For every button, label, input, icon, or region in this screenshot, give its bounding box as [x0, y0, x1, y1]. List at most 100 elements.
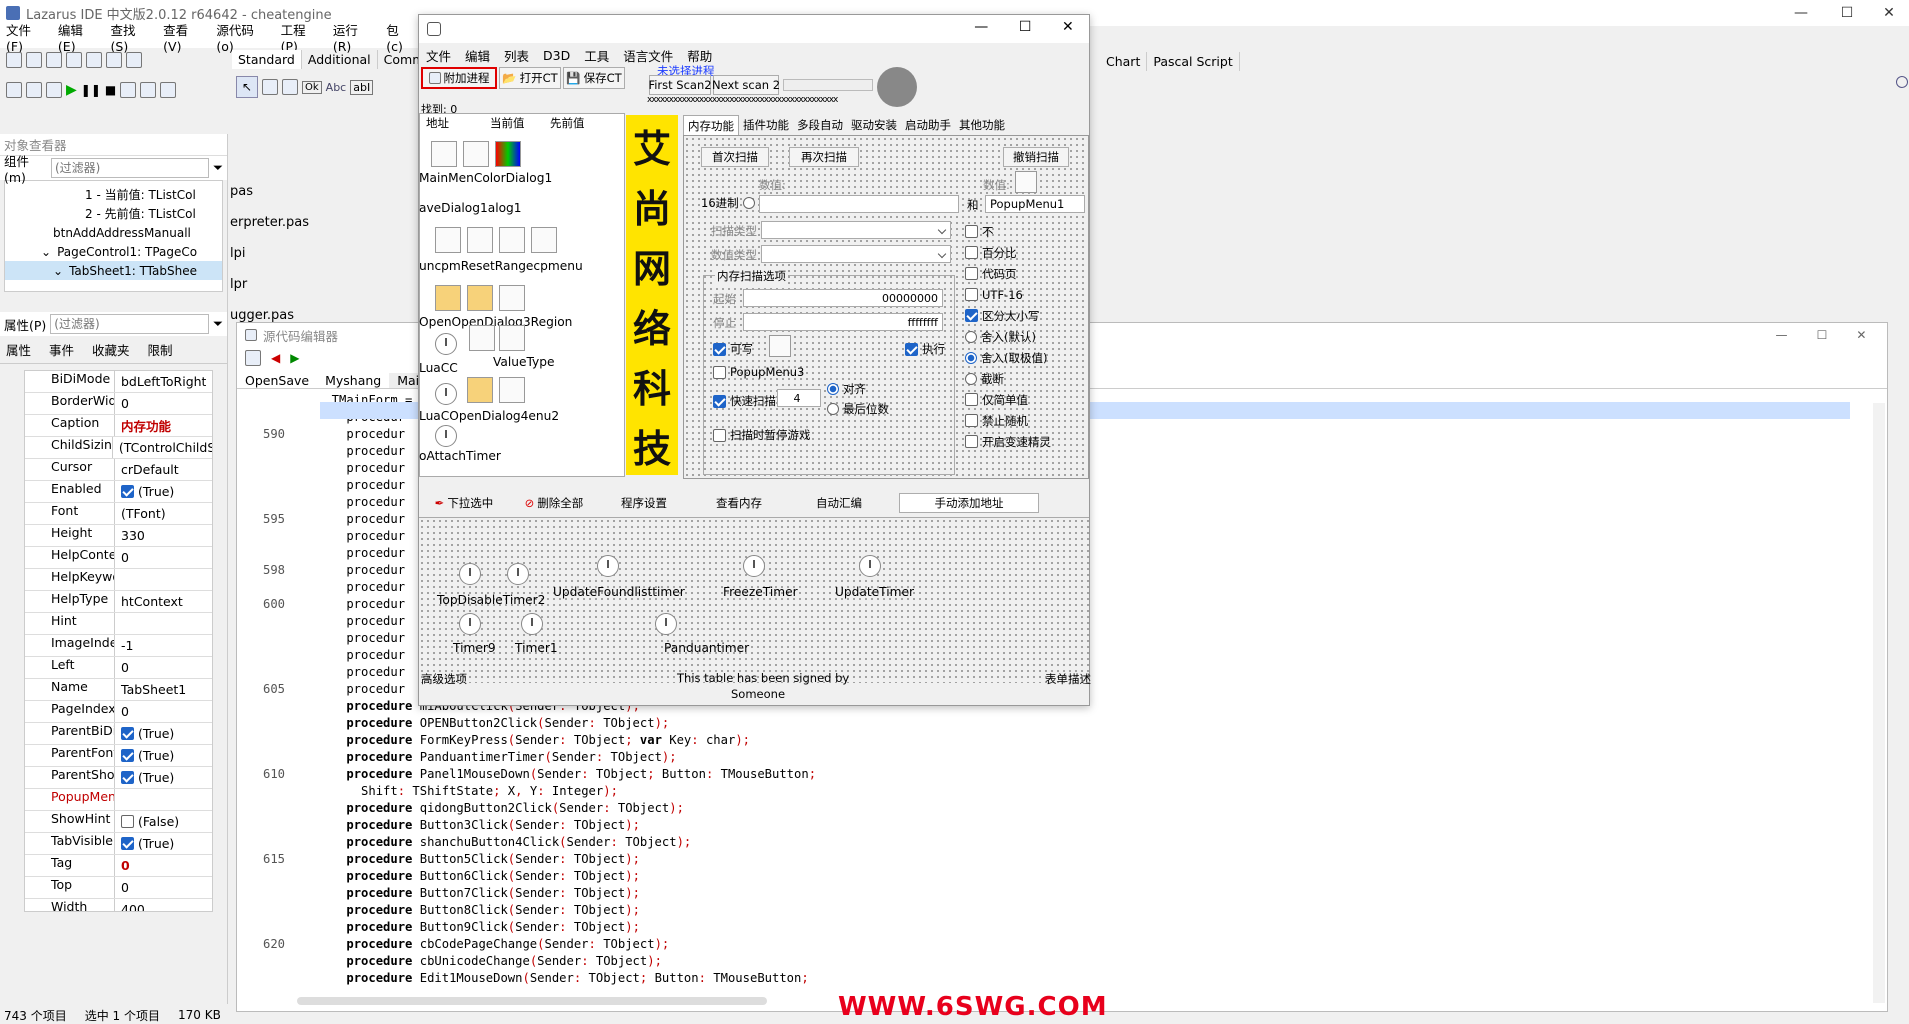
timer-icon[interactable]: [459, 563, 481, 585]
opt-percent-checkbox[interactable]: 百分比: [965, 242, 1085, 263]
code-line[interactable]: procedure shanchuButton4Click(Sender: TO…: [237, 835, 1887, 852]
editor-scrollbar[interactable]: [1873, 403, 1885, 1003]
forward-arrow-icon[interactable]: ▶: [290, 351, 299, 365]
checkbox-icon[interactable]: [713, 428, 726, 442]
opt-no-random-checkbox[interactable]: 禁止随机: [965, 410, 1085, 431]
opt-truncate-radio[interactable]: 截断: [965, 368, 1085, 389]
tab-properties[interactable]: 属性: [6, 340, 31, 359]
writable-checkbox[interactable]: 可写: [713, 341, 753, 357]
first-scan2-button[interactable]: First Scan2: [648, 75, 712, 95]
auto-assemble-button[interactable]: 自动汇编: [789, 493, 889, 513]
prop-value[interactable]: 400: [115, 899, 145, 911]
delete-all-button[interactable]: ⊘ 删除全部: [509, 493, 599, 513]
next-scan-button[interactable]: 再次扫描: [789, 147, 859, 167]
radio-icon[interactable]: [965, 372, 977, 385]
checkbox-icon[interactable]: [121, 837, 134, 850]
code-line[interactable]: procedure Button7Click(Sender: TObject);: [237, 886, 1887, 903]
radio-icon[interactable]: [965, 330, 977, 343]
prop-value[interactable]: [115, 613, 121, 634]
main-menu-comp-icon[interactable]: [262, 79, 278, 95]
tree-item[interactable]: btnAddAddressManuall: [5, 223, 222, 242]
prop-row[interactable]: HelpKeyword: [25, 569, 212, 591]
prop-row[interactable]: ParentBiDiMod (True): [25, 723, 212, 745]
undo-scan-button[interactable]: 撤销扫描: [1003, 147, 1069, 167]
menu-package[interactable]: 包(c): [380, 20, 420, 54]
tab-multi-auto[interactable]: 多段自动: [793, 115, 847, 135]
save-icon[interactable]: [66, 52, 82, 68]
prop-row[interactable]: ShowHint (False): [25, 811, 212, 833]
tab-memory[interactable]: 内存功能: [683, 114, 739, 136]
checkbox-icon[interactable]: [965, 288, 978, 301]
prop-value[interactable]: (TControlChildS: [113, 437, 212, 458]
checkbox-icon[interactable]: [121, 815, 134, 828]
expand-icon[interactable]: ⌄: [53, 264, 63, 278]
program-settings-button[interactable]: 程序设置: [599, 493, 689, 513]
code-line[interactable]: procedure Button9Click(Sender: TObject);: [237, 920, 1887, 937]
prop-row[interactable]: ImageIndex -1: [25, 635, 212, 657]
ce-menu-help[interactable]: 帮助: [680, 46, 719, 65]
prop-row[interactable]: Cursor crDefault: [25, 459, 212, 481]
prop-value[interactable]: (True): [115, 723, 174, 744]
prop-row[interactable]: Left 0: [25, 657, 212, 679]
component-icon[interactable]: [467, 227, 493, 253]
radio-icon[interactable]: [827, 383, 839, 395]
run-icon[interactable]: ▶: [66, 82, 77, 98]
change-mode-icon[interactable]: [26, 82, 42, 98]
minimize-icon[interactable]: —: [1776, 328, 1788, 342]
prop-value[interactable]: htContext: [115, 591, 183, 612]
code-line[interactable]: procedure FormKeyPress(Sender: TObject; …: [237, 733, 1887, 750]
next-scan2-button[interactable]: Next scan 2: [712, 75, 780, 95]
component-icon[interactable]: [499, 377, 525, 403]
prop-value[interactable]: (False): [115, 811, 179, 832]
opt-not-checkbox[interactable]: 不: [965, 221, 1085, 242]
fast-scan-value[interactable]: 4: [777, 389, 821, 407]
prop-row[interactable]: Height 330: [25, 525, 212, 547]
value-input[interactable]: [759, 195, 959, 213]
file-item[interactable]: lpr: [230, 269, 309, 300]
checkbox-icon[interactable]: [965, 414, 978, 427]
checkbox-icon[interactable]: [905, 342, 918, 356]
prop-row[interactable]: HelpType htContext: [25, 591, 212, 613]
open-ct-button[interactable]: 📂 打开CT: [499, 67, 561, 89]
prop-value[interactable]: (True): [115, 481, 174, 502]
component-icon[interactable]: [531, 227, 557, 253]
view-units-icon[interactable]: [126, 52, 142, 68]
save-all-icon[interactable]: [86, 52, 102, 68]
tab-launcher[interactable]: 启动助手: [901, 115, 955, 135]
menu-file[interactable]: 文件(F): [0, 20, 52, 54]
menu-search[interactable]: 查找(S): [105, 20, 158, 54]
options-icon[interactable]: [46, 82, 62, 98]
code-line[interactable]: procedure PanduantimerTimer(Sender: TObj…: [237, 750, 1887, 767]
timer-icon[interactable]: [655, 613, 677, 635]
timer-icon[interactable]: [597, 555, 619, 577]
attach-process-button[interactable]: 附加进程: [421, 67, 497, 89]
mainmenu-component-icon[interactable]: [431, 141, 457, 167]
ce-menu-language[interactable]: 语言文件: [616, 46, 680, 65]
editor-hscrollbar[interactable]: [297, 997, 767, 1005]
prop-value[interactable]: (TFont): [115, 503, 166, 524]
menu-source[interactable]: 源代码(o): [210, 20, 274, 54]
minimize-icon[interactable]: —: [1778, 0, 1824, 26]
start-address-input[interactable]: 00000000: [743, 289, 943, 307]
prop-row[interactable]: TabVisible (True): [25, 833, 212, 855]
palette-tab-pascal-script[interactable]: Pascal Script: [1147, 52, 1240, 71]
code-line[interactable]: procedure Button8Click(Sender: TObject);: [237, 903, 1887, 920]
open-icon[interactable]: [46, 52, 62, 68]
filter-icon[interactable]: ⏷: [213, 160, 223, 176]
prop-value[interactable]: [115, 569, 121, 590]
prop-value[interactable]: [115, 789, 121, 810]
checkbox-icon[interactable]: [965, 435, 978, 448]
prop-row[interactable]: HelpContext 0: [25, 547, 212, 569]
checkbox-icon[interactable]: [713, 365, 726, 379]
tree-item[interactable]: ⌄ PageControl1: TPageCo: [5, 242, 222, 261]
timer-icon[interactable]: [743, 555, 765, 577]
prop-row[interactable]: ChildSizing (TControlChildS: [25, 437, 212, 459]
file-item[interactable]: pas: [230, 176, 309, 207]
toggle-form-icon[interactable]: [106, 52, 122, 68]
checkbox-icon[interactable]: [121, 749, 134, 762]
ce-logo-button[interactable]: [877, 67, 917, 107]
tab-other[interactable]: 其他功能: [955, 115, 1009, 135]
checkbox-icon[interactable]: [121, 485, 134, 498]
prop-row[interactable]: PageIndex 0: [25, 701, 212, 723]
opt-round-default-radio[interactable]: 舍入(默认): [965, 326, 1085, 347]
